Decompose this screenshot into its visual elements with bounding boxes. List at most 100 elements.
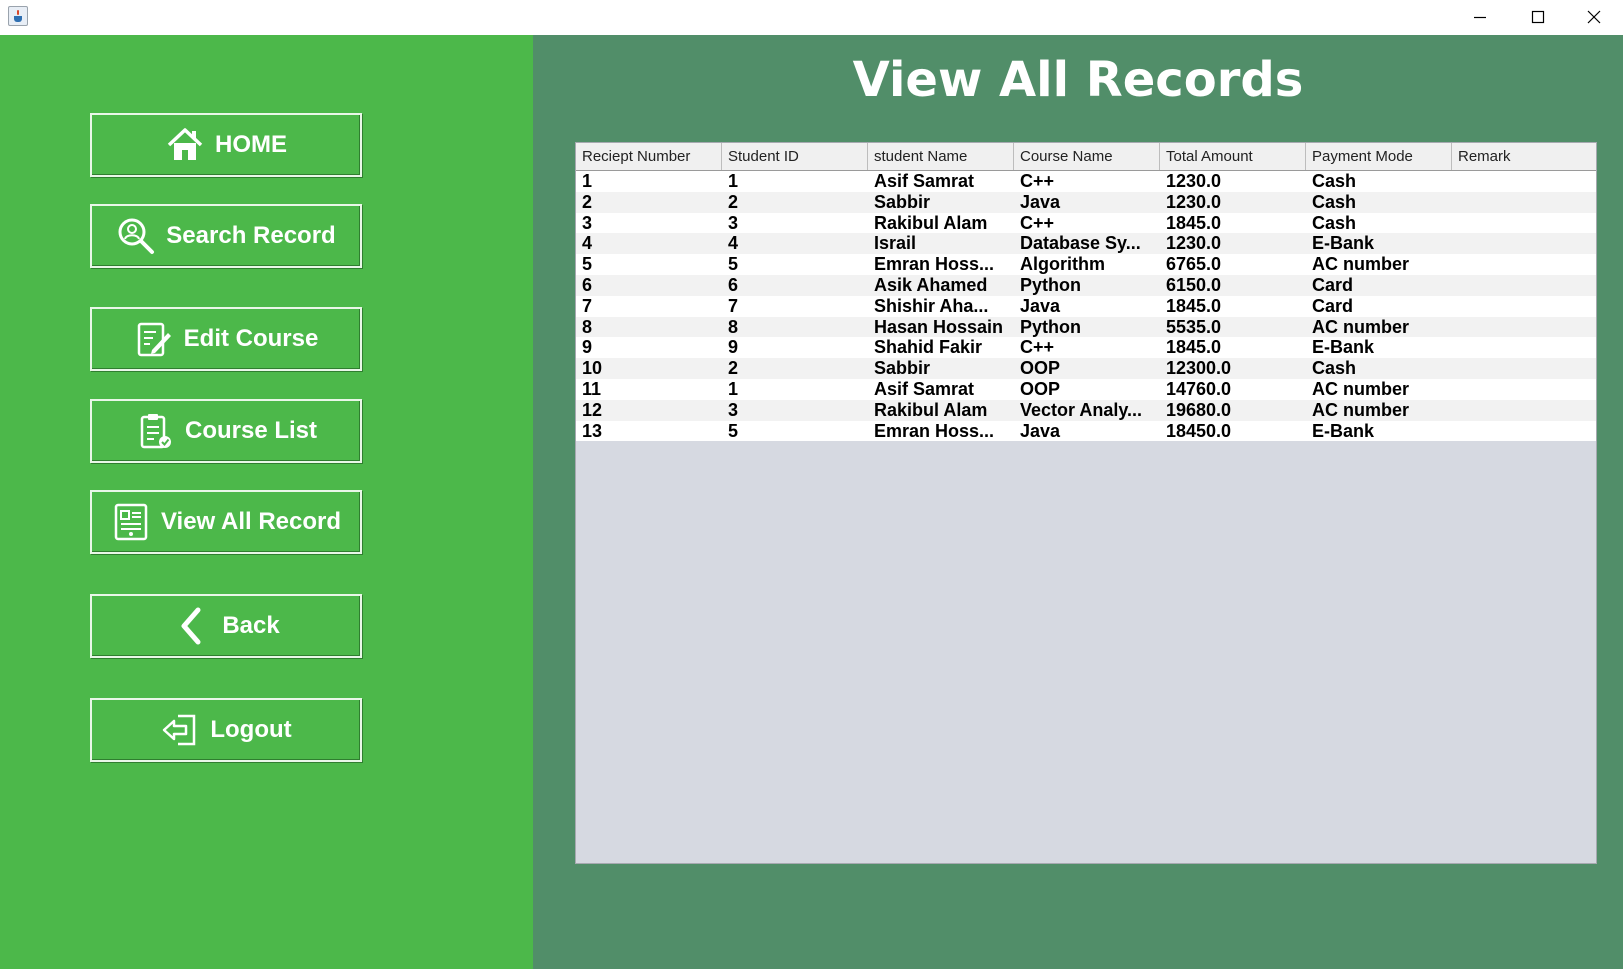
- view-all-record-button-label: View All Record: [160, 508, 342, 535]
- table-cell: 12300.0: [1166, 358, 1232, 379]
- table-cell: Hasan Hossain: [874, 316, 1004, 337]
- table-cell: [1452, 213, 1596, 234]
- view-all-record-button[interactable]: View All Record: [90, 490, 362, 554]
- table-cell: Card: [1312, 295, 1354, 316]
- table-cell: Algorithm: [1020, 254, 1105, 275]
- table-row[interactable]: 1 1 Asif Samrat C++ 1230.0 Cash: [576, 171, 1596, 192]
- table-row[interactable]: 13 5 Emran Hoss... Java 18450.0 E-Bank: [576, 420, 1596, 442]
- chevron-left-icon: [181, 607, 201, 645]
- course-list-button[interactable]: Course List: [90, 399, 362, 463]
- table-cell: AC number: [1312, 399, 1410, 420]
- table-cell: 18450.0: [1166, 420, 1232, 441]
- table-cell: Asik Ahamed: [874, 274, 988, 295]
- table-row[interactable]: 6 6 Asik Ahamed Python 6150.0 Card: [576, 274, 1596, 296]
- minimize-icon: [1474, 16, 1486, 18]
- search-user-icon: [118, 218, 155, 254]
- table-cell: [1452, 421, 1596, 442]
- table-cell: 3: [728, 399, 739, 420]
- page-title: View All Records: [852, 52, 1304, 108]
- table-cell: 9: [582, 337, 593, 358]
- table-cell: 8: [728, 316, 739, 337]
- table-cell: [1452, 275, 1596, 296]
- table-cell: Shishir Aha...: [874, 295, 989, 316]
- edit-course-button[interactable]: Edit Course: [90, 307, 362, 371]
- table-cell: Java: [1020, 420, 1061, 441]
- table-body: 1 1 Asif Samrat C++ 1230.0 Cash 2 2 Sabbir Java 12…: [576, 171, 1596, 442]
- search-record-button-label: Search Record: [166, 222, 336, 249]
- table-row[interactable]: 3 3 Rakibul Alam C++ 1845.0 Cash: [576, 212, 1596, 234]
- table-cell: Israil: [874, 233, 917, 254]
- search-record-button[interactable]: Search Record: [90, 204, 362, 268]
- minimize-button[interactable]: [1451, 0, 1509, 33]
- table-cell: 5: [728, 254, 739, 275]
- table-row[interactable]: 12 3 Rakibul Alam Vector Analy... 19680.0 AC …: [576, 399, 1596, 421]
- maximize-button[interactable]: [1509, 0, 1567, 33]
- column-header[interactable]: Payment Mode: [1306, 143, 1452, 170]
- table-cell: Java: [1020, 191, 1061, 212]
- logout-button-label: Logout: [210, 716, 292, 743]
- table-row[interactable]: 5 5 Emran Hoss... Algorithm 6765.0 AC number: [576, 254, 1596, 275]
- column-header[interactable]: Reciept Number: [576, 143, 722, 170]
- logout-button[interactable]: Logout: [90, 698, 362, 762]
- record-list-icon: [114, 503, 148, 541]
- table-cell: 3: [582, 212, 593, 233]
- close-icon: [1587, 10, 1601, 23]
- table-cell: Emran Hoss...: [874, 420, 995, 441]
- table-cell: [1452, 171, 1596, 192]
- logout-icon: [163, 714, 196, 746]
- back-button-label: Back: [222, 612, 280, 639]
- close-button[interactable]: [1565, 0, 1623, 33]
- table-cell: E-Bank: [1312, 337, 1375, 358]
- table-row[interactable]: 4 4 Israil Database Sy... 1230.0 E-Bank: [576, 233, 1596, 255]
- table-cell: 1845.0: [1166, 295, 1222, 316]
- home-button[interactable]: HOME: [90, 113, 362, 177]
- table-cell: Cash: [1312, 191, 1357, 212]
- table-cell: Cash: [1312, 212, 1357, 233]
- table-cell: 14760.0: [1166, 378, 1232, 399]
- records-table[interactable]: Reciept Number Student ID student Name Cour…: [575, 142, 1597, 864]
- table-cell: [1452, 254, 1596, 275]
- table-row[interactable]: 2 2 Sabbir Java 1230.0 Cash: [576, 191, 1596, 213]
- table-row[interactable]: 10 2 Sabbir OOP 12300.0 Cash: [576, 358, 1596, 379]
- table-cell: 1230.0: [1166, 233, 1222, 254]
- table-cell: Sabbir: [874, 191, 931, 212]
- table-cell: 8: [582, 316, 593, 337]
- table-cell: 5535.0: [1166, 316, 1222, 337]
- table-cell: 1845.0: [1166, 337, 1222, 358]
- column-header[interactable]: Student ID: [722, 143, 868, 170]
- column-header[interactable]: Total Amount: [1160, 143, 1306, 170]
- table-cell: C++: [1020, 171, 1055, 191]
- column-header[interactable]: Remark: [1452, 143, 1596, 170]
- table-row[interactable]: 7 7 Shishir Aha... Java 1845.0 Card: [576, 295, 1596, 317]
- table-cell: AC number: [1312, 378, 1410, 399]
- java-app-icon: [8, 6, 28, 26]
- checklist-icon: [140, 414, 171, 449]
- table-cell: 10: [582, 358, 603, 379]
- table-row[interactable]: 8 8 Hasan Hossain Python 5535.0 AC number: [576, 316, 1596, 338]
- edit-document-icon: [137, 322, 171, 357]
- table-cell: E-Bank: [1312, 233, 1375, 254]
- table-cell: [1452, 379, 1596, 400]
- table-cell: 1: [728, 171, 739, 191]
- table-header: Reciept Number Student ID student Name Cour…: [576, 143, 1596, 171]
- table-cell: [1452, 337, 1596, 358]
- table-cell: Asif Samrat: [874, 378, 975, 399]
- table-row[interactable]: 9 9 Shahid Fakir C++ 1845.0 E-Bank: [576, 337, 1596, 359]
- table-cell: Asif Samrat: [874, 171, 975, 191]
- table-cell: OOP: [1020, 358, 1061, 379]
- table-cell: 13: [582, 420, 603, 441]
- table-cell: 6150.0: [1166, 274, 1222, 295]
- table-cell: 12: [582, 399, 603, 420]
- column-header[interactable]: Course Name: [1014, 143, 1160, 170]
- back-button[interactable]: Back: [90, 594, 362, 658]
- table-cell: [1452, 296, 1596, 317]
- table-cell: [1452, 233, 1596, 254]
- table-cell: Shahid Fakir: [874, 337, 983, 358]
- column-header[interactable]: student Name: [868, 143, 1014, 170]
- table-row[interactable]: 11 1 Asif Samrat OOP 14760.0 AC number: [576, 378, 1596, 400]
- table-cell: 5: [582, 254, 593, 275]
- table-cell: 6765.0: [1166, 254, 1222, 275]
- table-cell: OOP: [1020, 378, 1061, 399]
- table-cell: 3: [728, 212, 739, 233]
- table-cell: Database Sy...: [1020, 233, 1141, 254]
